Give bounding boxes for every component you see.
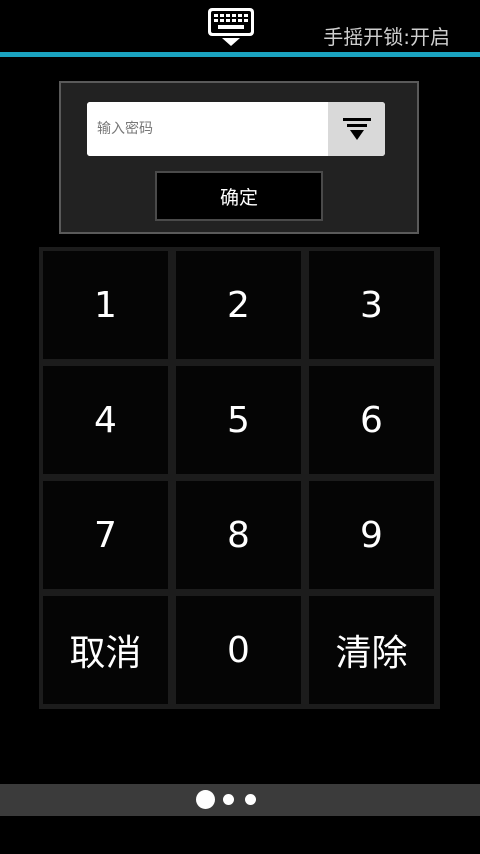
key-5[interactable]: 5 (176, 366, 301, 474)
confirm-button[interactable]: 确定 (155, 171, 323, 221)
password-panel: 确定 (59, 81, 419, 234)
key-8[interactable]: 8 (176, 481, 301, 589)
page-dot-1[interactable] (196, 790, 215, 809)
top-bar: 手摇开锁:开启 (0, 0, 480, 52)
keyboard-icon[interactable] (206, 6, 256, 48)
page-dot-2[interactable] (223, 794, 234, 805)
key-3[interactable]: 3 (309, 251, 434, 359)
key-2[interactable]: 2 (176, 251, 301, 359)
key-9[interactable]: 9 (309, 481, 434, 589)
key-6[interactable]: 6 (309, 366, 434, 474)
key-0[interactable]: 0 (176, 596, 301, 704)
cancel-key[interactable]: 取消 (43, 596, 168, 704)
key-1[interactable]: 1 (43, 251, 168, 359)
number-keypad: 1 2 3 4 5 6 7 8 9 取消 0 清除 (39, 247, 440, 709)
page-dot-3[interactable] (245, 794, 256, 805)
page-indicator-bar (0, 784, 480, 816)
header-divider (0, 52, 480, 57)
filter-funnel-icon (342, 118, 371, 140)
dropdown-button[interactable] (328, 102, 385, 156)
password-box (87, 102, 385, 156)
clear-key[interactable]: 清除 (309, 596, 434, 704)
password-input[interactable] (87, 102, 327, 156)
key-4[interactable]: 4 (43, 366, 168, 474)
shake-unlock-status: 手摇开锁:开启 (323, 25, 450, 49)
key-7[interactable]: 7 (43, 481, 168, 589)
